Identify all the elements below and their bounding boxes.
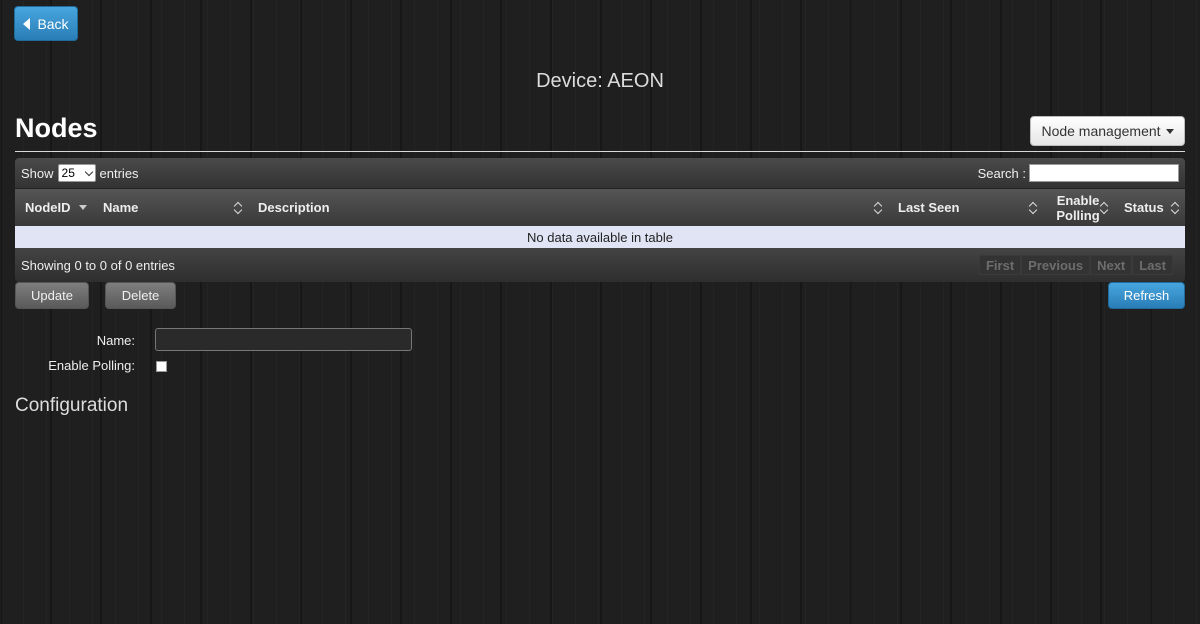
- node-management-dropdown[interactable]: Node management: [1030, 116, 1185, 146]
- column-label: NodeID: [25, 200, 71, 215]
- pagination-previous[interactable]: Previous: [1021, 255, 1091, 275]
- update-button[interactable]: Update: [15, 282, 89, 309]
- name-field[interactable]: [155, 328, 412, 351]
- back-button-label: Back: [37, 15, 69, 32]
- heading-divider: [15, 151, 1185, 152]
- page-length-value: 25: [61, 166, 75, 180]
- column-label: Description: [258, 200, 330, 215]
- configuration-heading: Configuration: [15, 395, 129, 416]
- table-footer: Showing 0 to 0 of 0 entries First Previo…: [15, 248, 1185, 282]
- column-header-status[interactable]: Status: [1114, 189, 1185, 227]
- nodes-table: Show 25 entries Search : NodeID Name Des…: [15, 158, 1185, 282]
- empty-table-message: No data available in table: [15, 226, 1185, 248]
- table-toolbar: Show 25 entries Search :: [15, 158, 1185, 188]
- enable-polling-label: Enable Polling:: [48, 358, 135, 373]
- column-header-nodeid[interactable]: NodeID: [15, 189, 93, 227]
- enable-polling-checkbox[interactable]: [156, 361, 167, 372]
- pagination-last[interactable]: Last: [1132, 255, 1173, 275]
- column-header-enable-polling[interactable]: Enable Polling: [1043, 189, 1114, 227]
- search-control: Search :: [978, 164, 1179, 182]
- back-button[interactable]: Back: [14, 6, 78, 41]
- table-header-row: NodeID Name Description Last Seen Enable…: [15, 188, 1185, 226]
- delete-button[interactable]: Delete: [105, 282, 176, 309]
- column-label: Status: [1124, 200, 1164, 215]
- sort-icon: [874, 202, 882, 214]
- sort-icon: [1100, 202, 1108, 214]
- device-title: Device: AEON: [536, 70, 664, 92]
- search-label: Search :: [977, 165, 1026, 181]
- chevron-down-icon: [84, 167, 93, 176]
- length-suffix: entries: [99, 165, 139, 181]
- column-label: Name: [103, 200, 139, 215]
- column-label: Enable Polling: [1056, 192, 1100, 223]
- column-header-name[interactable]: Name: [93, 189, 248, 227]
- page-length-control: Show 25 entries: [21, 164, 139, 182]
- pagination-first[interactable]: First: [978, 255, 1022, 275]
- search-input[interactable]: [1029, 164, 1179, 182]
- name-field-label: Name:: [96, 333, 135, 348]
- triangle-left-icon: [23, 17, 31, 30]
- column-header-last-seen[interactable]: Last Seen: [888, 189, 1043, 227]
- nodes-heading: Nodes: [15, 113, 98, 143]
- pagination: First Previous Next Last: [978, 255, 1173, 275]
- sort-icon: [1171, 202, 1179, 214]
- length-prefix: Show: [21, 165, 54, 181]
- pagination-next[interactable]: Next: [1090, 255, 1133, 275]
- page-length-select[interactable]: 25: [57, 164, 96, 182]
- refresh-button[interactable]: Refresh: [1108, 282, 1185, 309]
- table-info: Showing 0 to 0 of 0 entries: [21, 257, 175, 273]
- node-management-label: Node management: [1041, 123, 1161, 139]
- caret-down-icon: [1165, 128, 1174, 134]
- column-label: Last Seen: [898, 200, 960, 215]
- sort-icon: [234, 202, 242, 214]
- sort-desc-icon: [79, 202, 87, 214]
- column-header-description[interactable]: Description: [248, 189, 888, 227]
- sort-icon: [1029, 202, 1037, 214]
